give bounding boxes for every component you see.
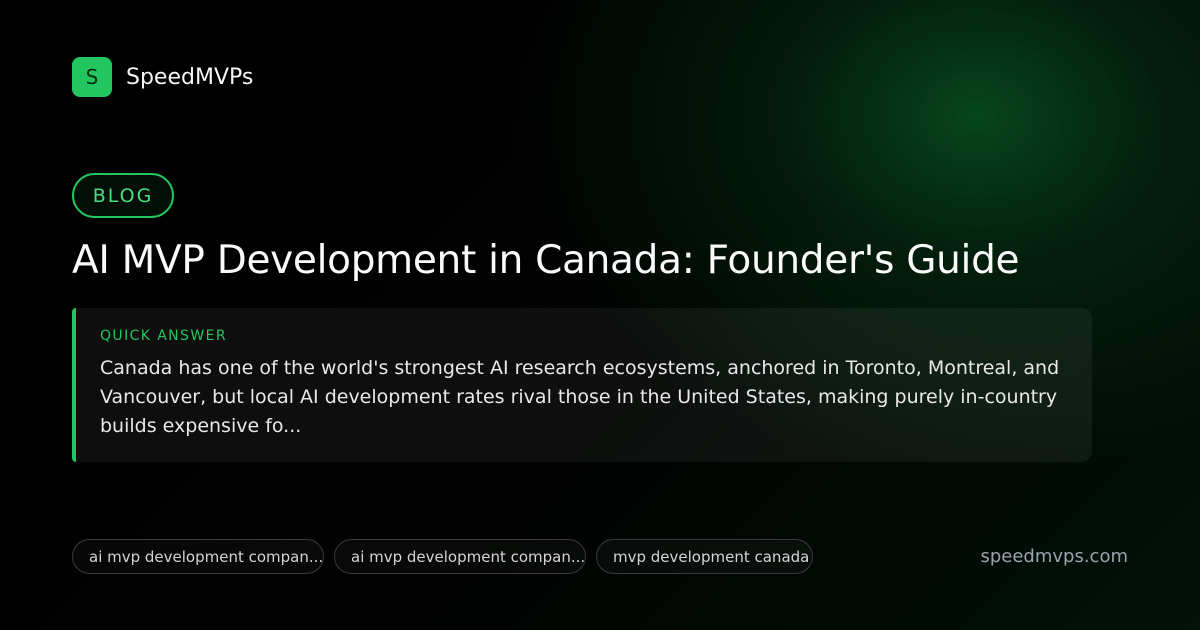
tag-chip[interactable]: ai mvp development compan... bbox=[72, 539, 324, 574]
tag-chip[interactable]: mvp development canada bbox=[596, 539, 813, 574]
page-title: AI MVP Development in Canada: Founder's … bbox=[72, 238, 1020, 283]
site-domain: speedmvps.com bbox=[980, 546, 1128, 567]
quick-answer-label: QUICK ANSWER bbox=[100, 328, 227, 344]
category-badge: BLOG bbox=[72, 173, 174, 218]
tag-chip[interactable]: ai mvp development compan... bbox=[334, 539, 586, 574]
brand-name: SpeedMVPs bbox=[126, 64, 254, 90]
quick-answer-text: Canada has one of the world's strongest … bbox=[100, 357, 1060, 437]
brand[interactable]: S SpeedMVPs bbox=[72, 57, 253, 97]
quick-answer-box: QUICK ANSWER Canada has one of the world… bbox=[72, 308, 1092, 462]
brand-logo: S bbox=[72, 57, 112, 97]
og-card: S SpeedMVPs BLOG AI MVP Development in C… bbox=[0, 0, 1200, 630]
tag-list: ai mvp development compan... ai mvp deve… bbox=[72, 539, 823, 574]
